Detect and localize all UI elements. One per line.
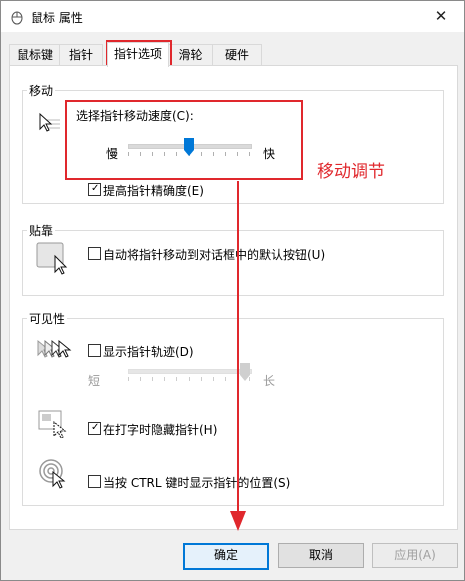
annotation-arrow [230,181,246,531]
slider-tick [152,377,153,381]
slider-tick [128,152,129,156]
pointer-trails-icon [37,339,72,358]
tab-pointer-options[interactable]: 指针选项 [107,42,169,67]
hide-pointer-icon [38,410,67,439]
ctrl-locate-icon [39,459,66,489]
snap-checkbox[interactable]: ✓ [88,247,101,260]
motion-group-title: 移动 [27,82,56,99]
snap-group-title: 贴靠 [27,222,56,239]
tab-pointers[interactable]: 指针 [59,44,103,65]
slider-tick [237,152,238,156]
ctrl-locate-checkbox[interactable]: ✓ [88,475,101,488]
slider-tick [140,377,141,381]
hide-typing-checkbox[interactable]: ✓ [88,422,101,435]
speed-label: 选择指针移动速度(C): [76,109,194,123]
slow-label: 慢 [106,147,119,161]
ok-button[interactable]: 确定 [183,543,269,570]
slider-tick [152,152,153,156]
slider-tick [189,377,190,381]
mouse-properties-window: 鼠标 属性 ✕ 鼠标键 指针 指针选项 滑轮 硬件 移动 选择指针移动速度(C)… [0,0,465,581]
tab-buttons[interactable]: 鼠标键 [9,44,61,65]
slider-tick [249,152,250,156]
slider-tick [225,152,226,156]
slider-tick [213,152,214,156]
visibility-group-title: 可见性 [27,310,68,327]
enhance-precision-checkbox[interactable]: ✓ [88,183,101,196]
fast-label: 快 [263,147,276,161]
slider-tick [128,377,129,381]
close-icon: ✕ [434,7,448,25]
slider-tick [164,377,165,381]
hide-typing-label: 在打字时隐藏指针(H) [103,423,218,437]
slider-tick [164,152,165,156]
pointer-speed-icon [39,112,60,132]
window-title: 鼠标 属性 [31,11,83,25]
close-button[interactable]: ✕ [418,1,464,32]
slider-tick [140,152,141,156]
slider-tick [225,377,226,381]
speed-slider[interactable] [128,138,252,166]
tab-wheel[interactable]: 滑轮 [167,44,214,65]
cancel-button[interactable]: 取消 [278,543,364,568]
title-bar: 鼠标 属性 ✕ [1,1,464,32]
snap-label: 自动将指针移动到对话框中的默认按钮(U) [103,248,326,262]
long-label: 长 [263,374,276,388]
mouse-icon [11,11,23,25]
speed-slider-thumb[interactable] [184,138,194,156]
slider-tick [201,377,202,381]
slider-tick [213,377,214,381]
trails-label: 显示指针轨迹(D) [103,345,194,359]
snap-to-icon [36,242,68,275]
ctrl-locate-label: 当按 CTRL 键时显示指针的位置(S) [103,476,291,490]
enhance-precision-label: 提高指针精确度(E) [103,184,204,198]
annotation-label: 移动调节 [317,162,385,182]
trails-checkbox[interactable]: ✓ [88,344,101,357]
slider-tick [176,377,177,381]
tab-hardware[interactable]: 硬件 [212,44,262,65]
slider-tick [201,152,202,156]
short-label: 短 [88,374,101,388]
slider-tick [176,152,177,156]
apply-button[interactable]: 应用(A) [372,543,458,568]
